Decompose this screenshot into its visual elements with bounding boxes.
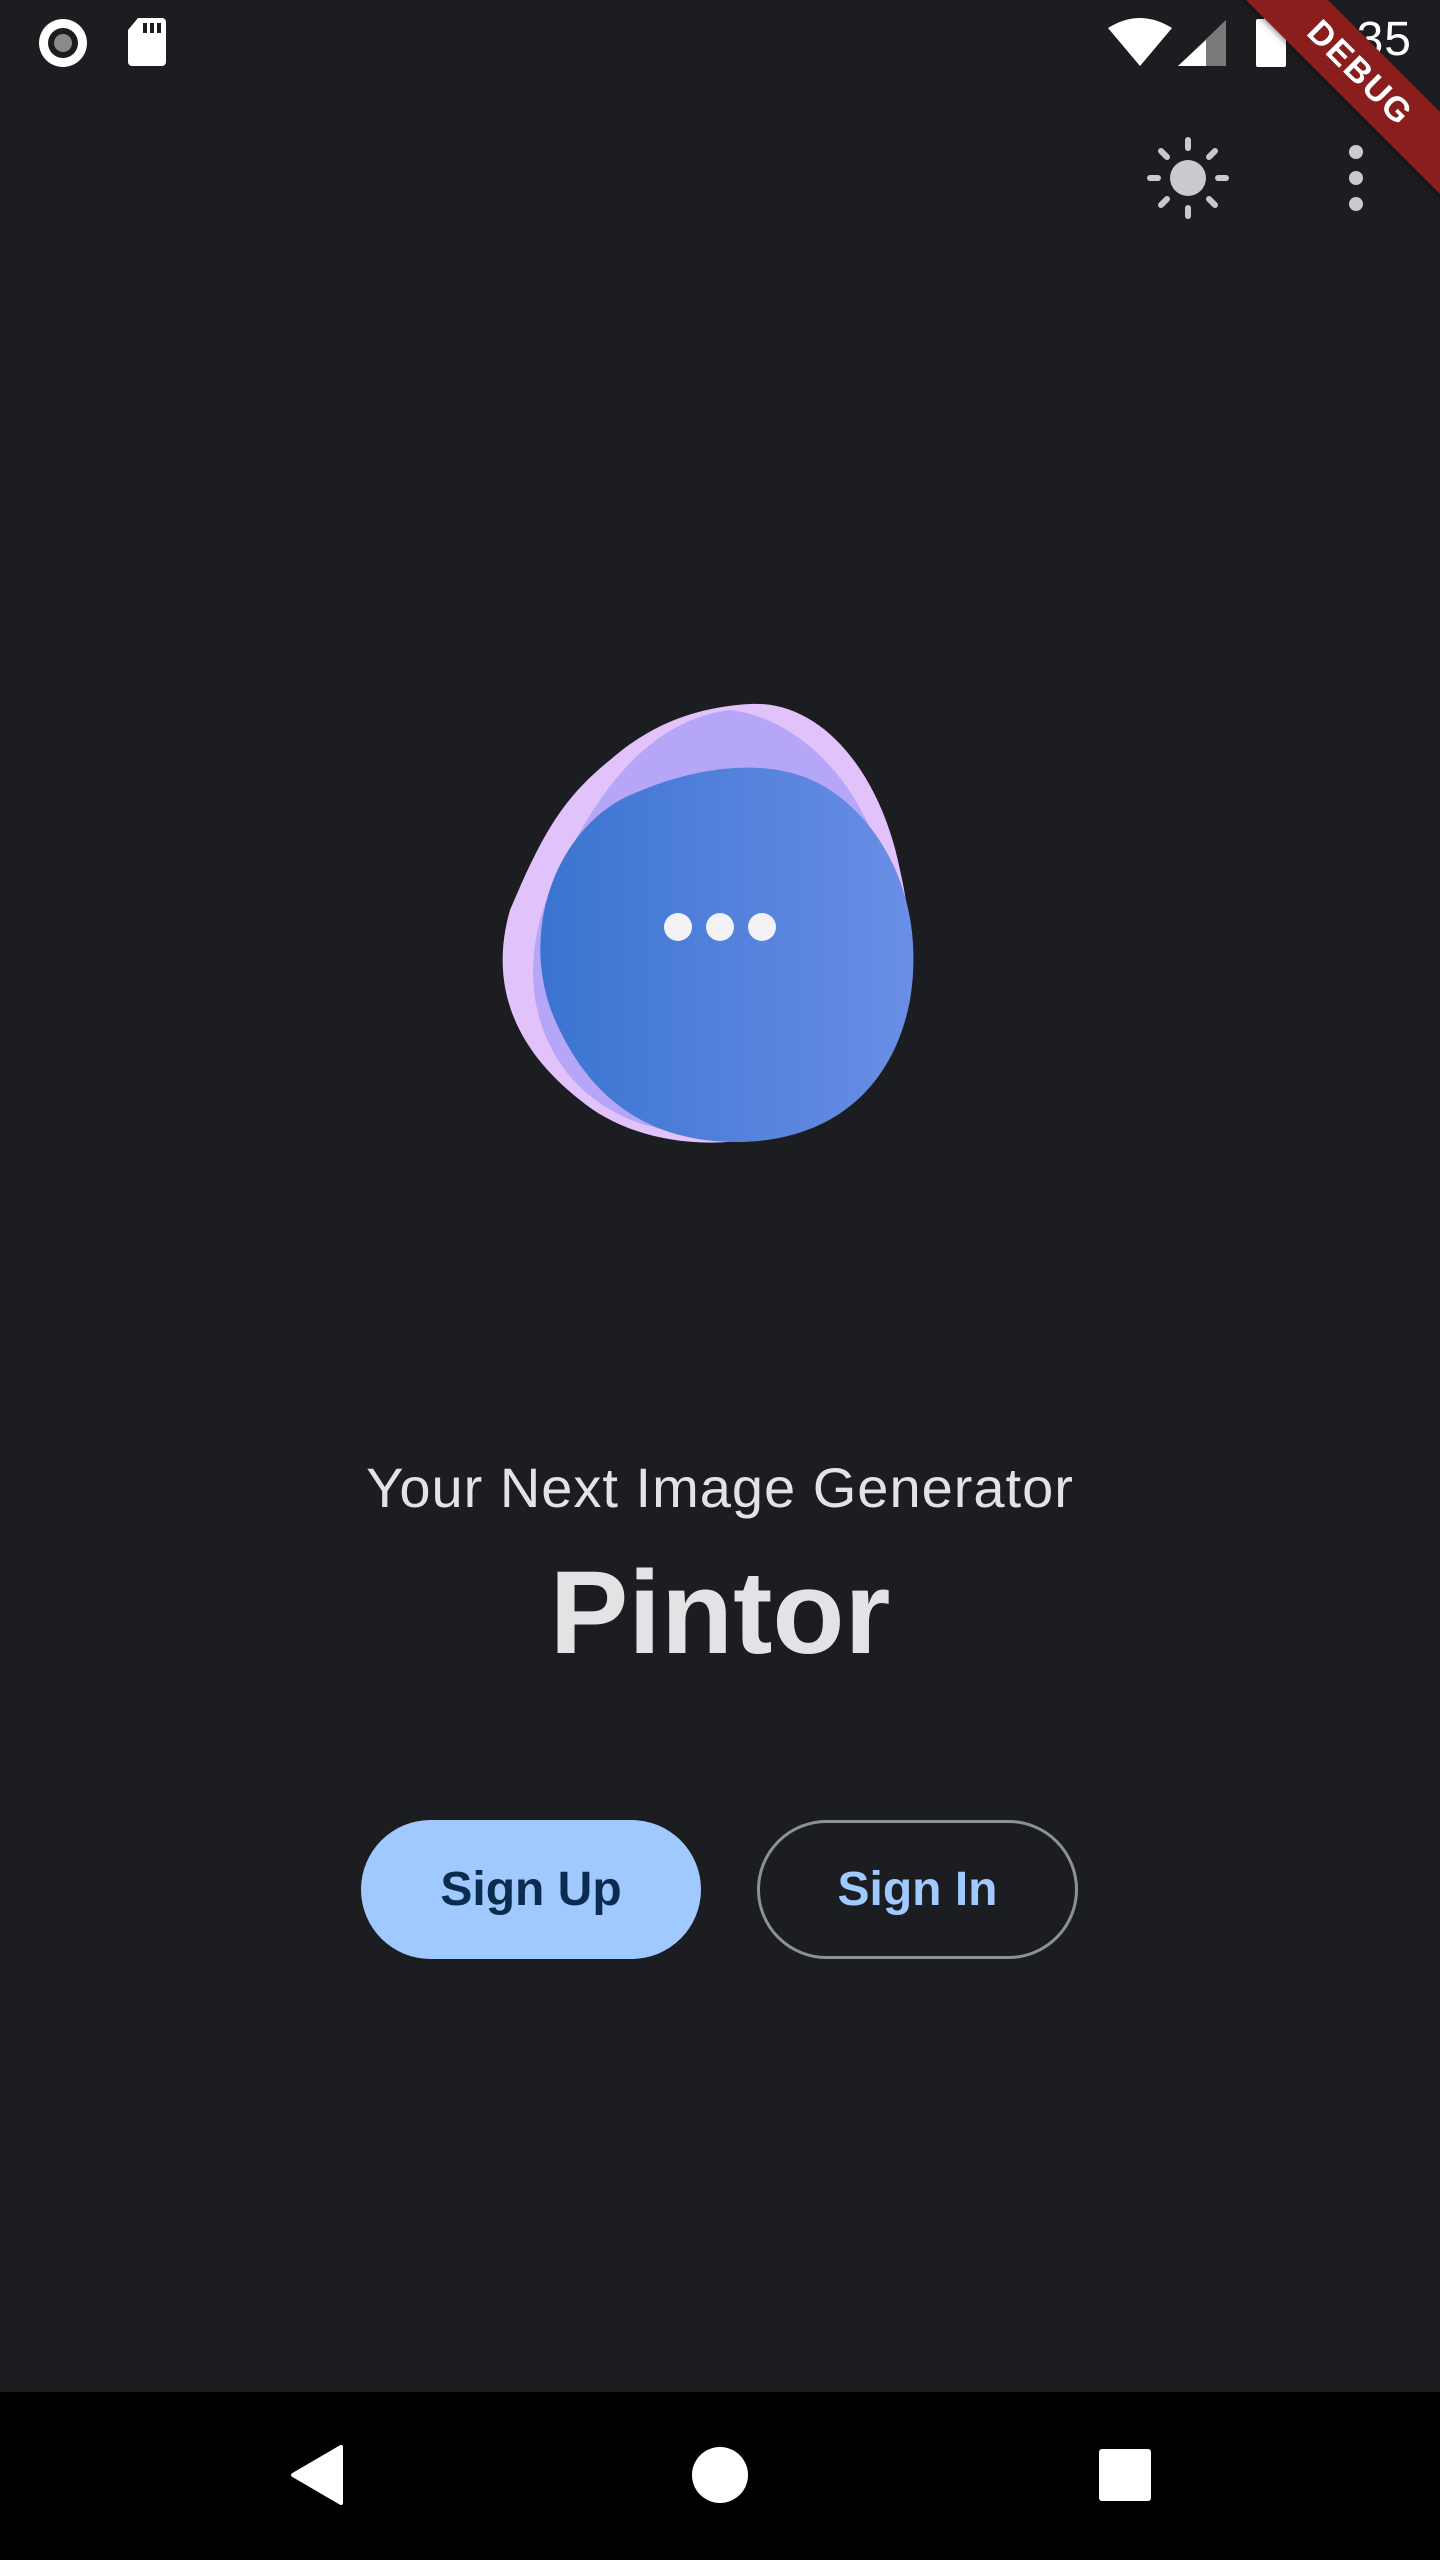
wifi-icon	[1106, 18, 1174, 73]
more-options-button[interactable]	[1306, 130, 1406, 230]
app-subtitle: Your Next Image Generator	[366, 1456, 1074, 1519]
recents-icon	[1097, 2447, 1153, 2508]
theme-toggle-button[interactable]	[1138, 130, 1238, 230]
nav-back-button[interactable]	[272, 2432, 362, 2522]
back-icon	[287, 2443, 347, 2512]
nav-recents-button[interactable]	[1080, 2432, 1170, 2522]
system-nav-bar	[0, 2392, 1440, 2560]
status-bar: 3:35	[0, 0, 1440, 84]
sd-card-icon	[126, 16, 168, 73]
nav-home-button[interactable]	[675, 2432, 765, 2522]
sign-in-button[interactable]: Sign In	[757, 1820, 1078, 1959]
hero-illustration	[480, 680, 960, 1180]
cell-signal-icon	[1176, 18, 1228, 73]
screen: 3:35 DEBUG	[0, 0, 1440, 2560]
more-vert-icon	[1344, 143, 1368, 218]
record-icon	[36, 16, 90, 75]
app-title: Pintor	[549, 1547, 891, 1679]
home-icon	[690, 2445, 750, 2510]
sign-up-button[interactable]: Sign Up	[361, 1820, 701, 1959]
brightness-icon	[1146, 136, 1230, 225]
chat-bubble-dots-icon	[660, 910, 780, 950]
